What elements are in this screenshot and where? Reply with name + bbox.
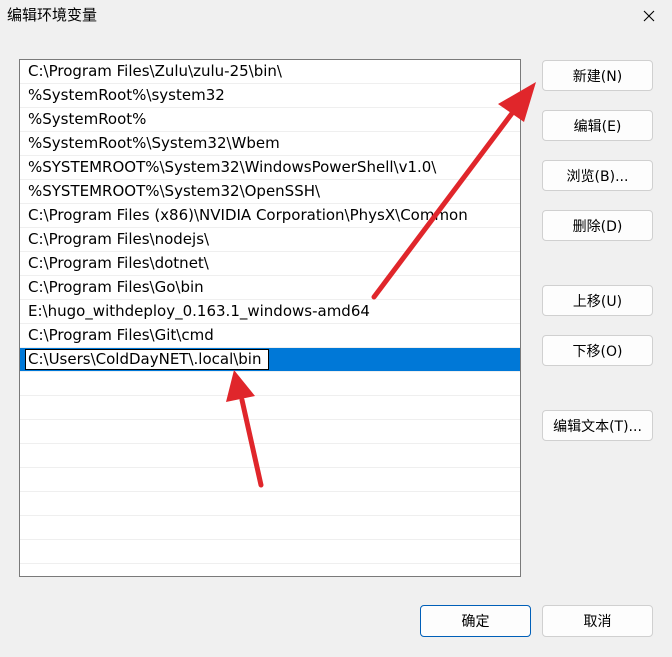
list-item[interactable]: %SYSTEMROOT%\System32\OpenSSH\ — [20, 180, 520, 204]
edit-text-button[interactable]: 编辑文本(T)... — [542, 410, 653, 441]
delete-button[interactable]: 删除(D) — [542, 210, 653, 241]
list-item-empty[interactable] — [20, 492, 520, 516]
move-up-button[interactable]: 上移(U) — [542, 285, 653, 316]
close-button[interactable] — [626, 0, 672, 32]
list-item[interactable]: %SYSTEMROOT%\System32\WindowsPowerShell\… — [20, 156, 520, 180]
list-item-empty[interactable] — [20, 444, 520, 468]
list-item[interactable]: C:\Program Files\nodejs\ — [20, 228, 520, 252]
path-edit-input[interactable]: C:\Users\ColdDayNET\.local\bin — [25, 349, 269, 370]
list-item[interactable]: C:\Program Files\Git\cmd — [20, 324, 520, 348]
list-item[interactable]: %SystemRoot%\system32 — [20, 84, 520, 108]
close-icon — [643, 10, 655, 22]
browse-button[interactable]: 浏览(B)... — [542, 160, 653, 191]
edit-environment-variable-dialog: 编辑环境变量 C:\Program Files\Zulu\zulu-25\bin… — [0, 0, 672, 657]
list-item-empty[interactable] — [20, 396, 520, 420]
list-item-empty[interactable] — [20, 372, 520, 396]
list-item[interactable]: C:\Program Files\dotnet\ — [20, 252, 520, 276]
list-item-empty[interactable] — [20, 468, 520, 492]
list-item[interactable]: E:\hugo_withdeploy_0.163.1_windows-amd64 — [20, 300, 520, 324]
ok-button[interactable]: 确定 — [420, 605, 531, 637]
path-list[interactable]: C:\Program Files\Zulu\zulu-25\bin\ %Syst… — [19, 59, 521, 577]
edit-button[interactable]: 编辑(E) — [542, 110, 653, 141]
list-item[interactable]: %SystemRoot% — [20, 108, 520, 132]
list-item-empty[interactable] — [20, 516, 520, 540]
new-button[interactable]: 新建(N) — [542, 60, 653, 91]
move-down-button[interactable]: 下移(O) — [542, 335, 653, 366]
list-item[interactable]: C:\Program Files\Zulu\zulu-25\bin\ — [20, 60, 520, 84]
title-bar: 编辑环境变量 — [0, 0, 672, 32]
list-item[interactable]: C:\Program Files\Go\bin — [20, 276, 520, 300]
window-title: 编辑环境变量 — [7, 6, 98, 24]
list-item-empty[interactable] — [20, 540, 520, 564]
list-item[interactable]: C:\Program Files (x86)\NVIDIA Corporatio… — [20, 204, 520, 228]
list-item[interactable]: %SystemRoot%\System32\Wbem — [20, 132, 520, 156]
list-item-selected[interactable]: C:\Users\ColdDayNET\.local\bin — [20, 348, 520, 372]
cancel-button[interactable]: 取消 — [542, 605, 653, 637]
list-item-empty[interactable] — [20, 420, 520, 444]
